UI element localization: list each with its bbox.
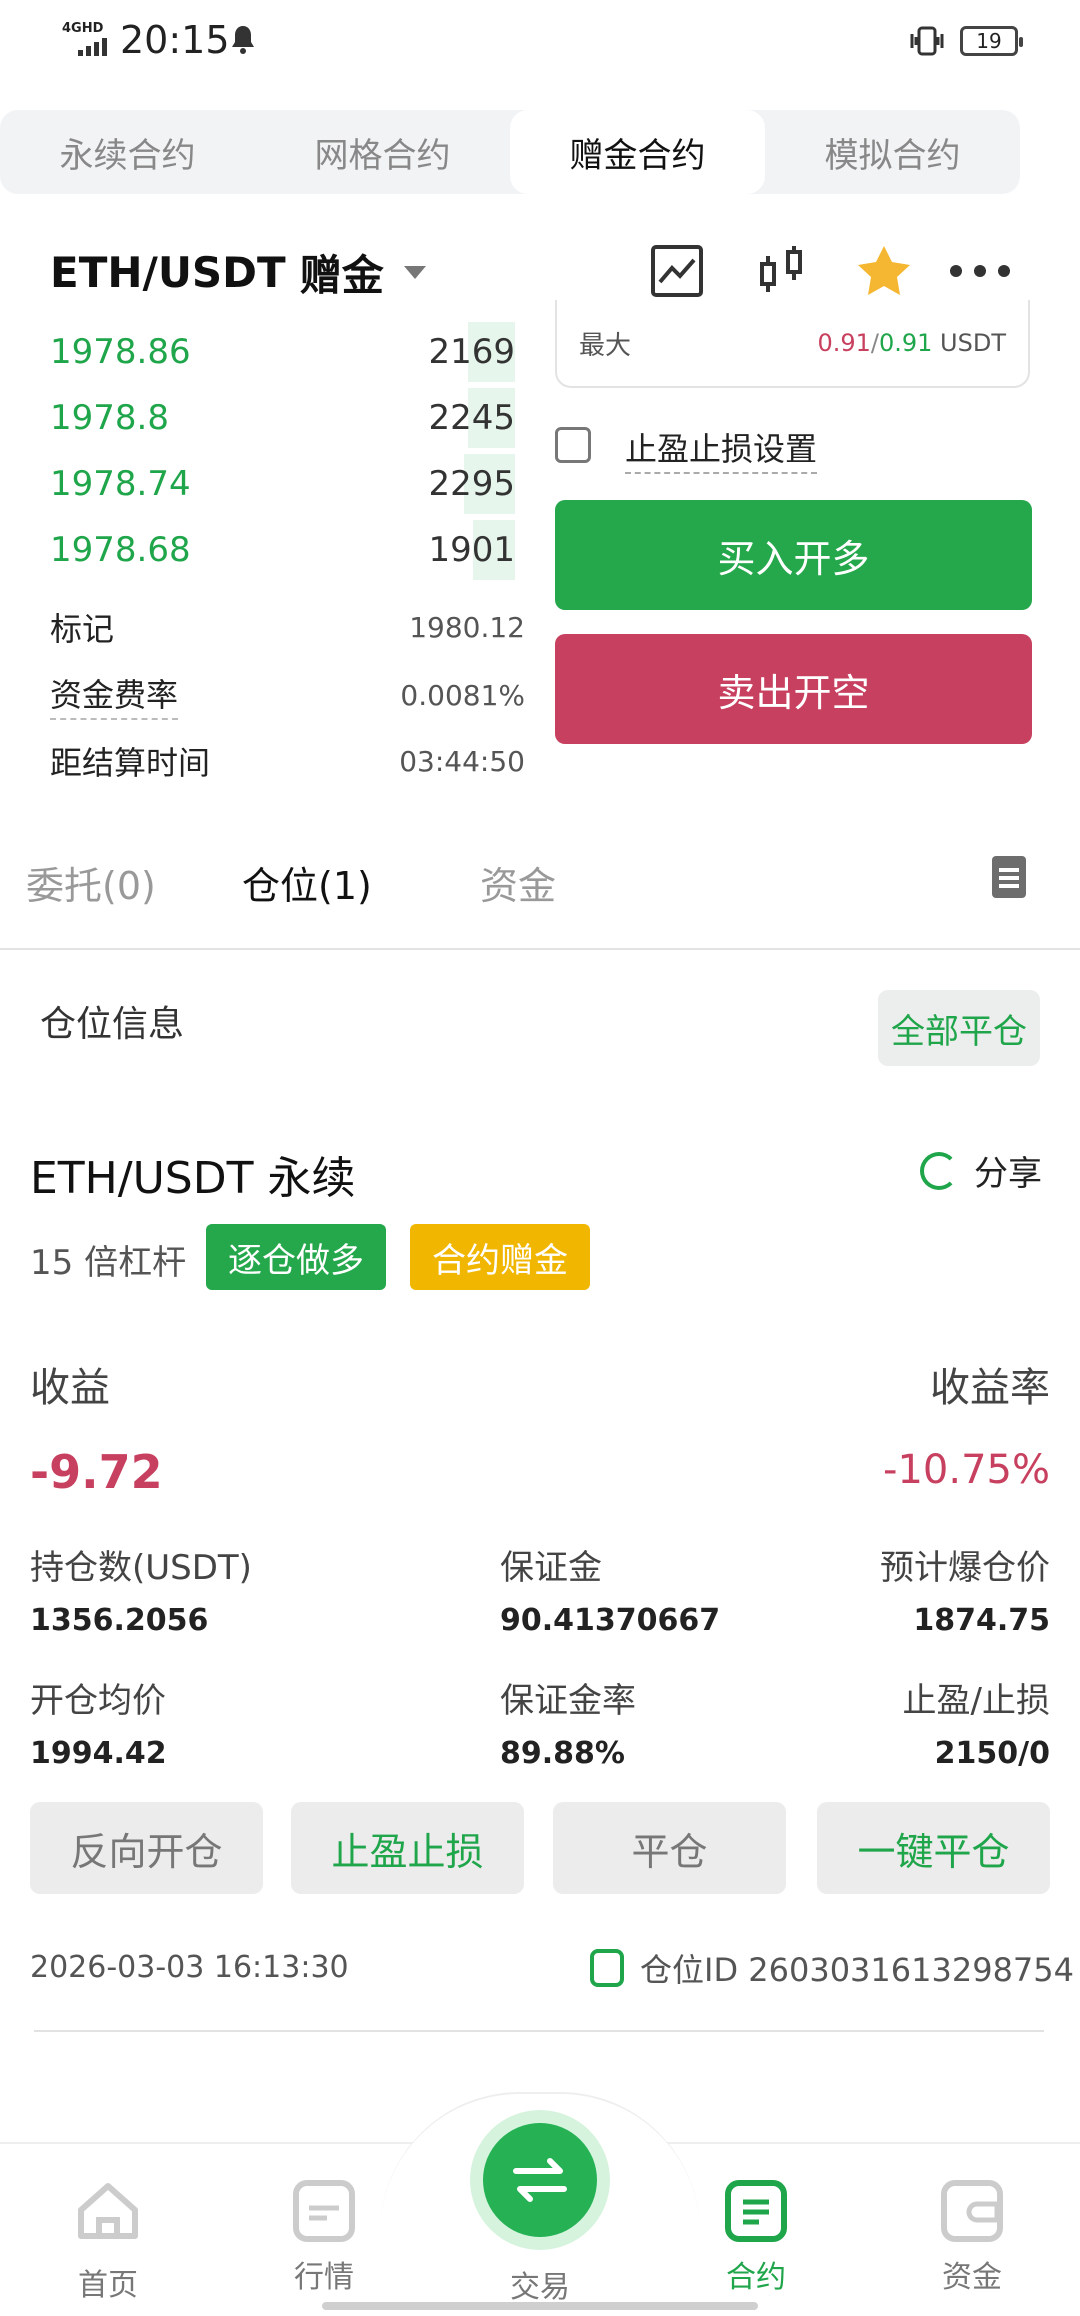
settle-value: 03:44:50 (399, 744, 525, 778)
divider (0, 948, 1080, 950)
buy-long-button[interactable]: 买入开多 (555, 500, 1032, 610)
sell-short-button[interactable]: 卖出开空 (555, 634, 1032, 744)
mode-badge: 逐仓做多 (206, 1224, 386, 1290)
caret-down-icon (403, 266, 426, 279)
max-amount-box: 最大 0.91/0.91 USDT (555, 300, 1030, 388)
liq-price-value: 1874.75 (913, 1603, 1050, 1638)
tpsl-value: 2150/0 (934, 1736, 1050, 1771)
margin-label: 保证金 (500, 1548, 602, 1588)
position-time: 2026-03-03 16:13:30 (30, 1950, 349, 1985)
close-position-button[interactable]: 平仓 (553, 1802, 786, 1894)
battery-icon: 19 (960, 26, 1023, 56)
one-click-close-button[interactable]: 一键平仓 (817, 1802, 1050, 1894)
ob-amount: 2245 (428, 398, 515, 438)
orderbook-row[interactable]: 1978.74 2295 (50, 454, 515, 514)
tab-funds[interactable]: 资金 (480, 855, 556, 910)
margin-value: 90.41370667 (500, 1603, 721, 1638)
size-label: 持仓数(USDT) (30, 1548, 252, 1588)
position-id[interactable]: 仓位ID 2603031613298754 (590, 1945, 1074, 1991)
document-icon[interactable] (992, 856, 1026, 898)
star-icon[interactable] (856, 244, 910, 298)
position-name: ETH/USDT 永续 (30, 1153, 356, 1204)
market-icon (293, 2180, 355, 2242)
pnl-rate-label: 收益率 (930, 1365, 1050, 1411)
position-id-text: 仓位ID 2603031613298754 (640, 1951, 1075, 1989)
ob-price: 1978.68 (50, 530, 191, 570)
wallet-icon (941, 2180, 1003, 2242)
tab-grid[interactable]: 网格合约 (255, 110, 510, 194)
vibrate-icon (908, 26, 946, 56)
candlestick-icon[interactable] (756, 244, 810, 298)
tab-orders[interactable]: 委托(0) (26, 855, 156, 910)
network-icon: 4GHD (62, 22, 110, 58)
nav-assets[interactable]: 资金 (902, 2180, 1042, 2296)
liq-price-label: 预计爆仓价 (880, 1548, 1050, 1588)
contract-type-tabs: 永续合约 网格合约 赠金合约 模拟合约 (0, 110, 1020, 194)
share-icon (920, 1151, 958, 1190)
contract-icon (725, 2180, 787, 2242)
nav-market[interactable]: 行情 (254, 2180, 394, 2296)
position-section-title: 仓位信息 (40, 1004, 185, 1045)
ob-amount: 2295 (428, 464, 515, 504)
tab-positions[interactable]: 仓位(1) (242, 855, 372, 910)
nav-trade-label[interactable]: 交易 (470, 2262, 610, 2306)
orderbook-row[interactable]: 1978.86 2169 (50, 322, 515, 382)
mark-price-row: 标记 1980.12 (50, 604, 525, 650)
reverse-position-button[interactable]: 反向开仓 (30, 1802, 263, 1894)
tpsl-checkbox[interactable] (555, 427, 591, 463)
funding-label[interactable]: 资金费率 (50, 670, 179, 720)
home-indicator (322, 2302, 758, 2310)
share-button[interactable]: 分享 (920, 1146, 1042, 1195)
bonus-badge: 合约赠金 (410, 1224, 590, 1290)
pair-name: ETH/USDT (50, 248, 286, 297)
entry-price-label: 开仓均价 (30, 1681, 166, 1721)
max-values: 0.91/0.91 USDT (817, 329, 1006, 357)
pnl-label: 收益 (30, 1365, 110, 1411)
divider (34, 2030, 1044, 2032)
tab-perpetual[interactable]: 永续合约 (0, 110, 255, 194)
funding-rate-row[interactable]: 资金费率 0.0081% (50, 670, 525, 720)
swap-icon (483, 2123, 597, 2237)
tab-demo[interactable]: 模拟合约 (765, 110, 1020, 194)
nav-contract[interactable]: 合约 (686, 2180, 826, 2296)
close-all-button[interactable]: 全部平仓 (878, 990, 1040, 1066)
pair-selector[interactable]: ETH/USDT 赠金 (50, 242, 426, 303)
line-chart-icon[interactable] (650, 244, 704, 298)
pnl-value: -9.72 (30, 1445, 163, 1499)
notification-icon (230, 24, 256, 54)
tpsl-button[interactable]: 止盈止损 (291, 1802, 524, 1894)
status-time: 20:15 (120, 18, 230, 62)
copy-icon[interactable] (590, 1949, 624, 1987)
settlement-row: 距结算时间 03:44:50 (50, 738, 525, 784)
ob-amount: 2169 (428, 332, 515, 372)
ob-price: 1978.8 (50, 398, 169, 438)
max-label: 最大 (579, 330, 632, 361)
more-icon[interactable] (948, 244, 1010, 298)
share-label: 分享 (974, 1154, 1042, 1194)
tab-bonus[interactable]: 赠金合约 (510, 110, 765, 194)
pnl-rate-value: -10.75% (883, 1447, 1050, 1493)
orderbook-row[interactable]: 1978.8 2245 (50, 388, 515, 448)
nav-trade-button[interactable] (470, 2110, 610, 2250)
tpsl-settings-label[interactable]: 止盈止损设置 (625, 424, 818, 474)
entry-price-value: 1994.42 (30, 1736, 167, 1771)
nav-home[interactable]: 首页 (38, 2180, 178, 2304)
leverage-label: 15 倍杠杆 (30, 1243, 187, 1283)
orderbook-row[interactable]: 1978.68 1901 (50, 520, 515, 580)
pair-tag: 赠金 (299, 251, 384, 300)
funding-value: 0.0081% (400, 678, 525, 712)
mark-value: 1980.12 (409, 610, 525, 644)
mark-label: 标记 (50, 610, 115, 648)
settle-label: 距结算时间 (50, 744, 211, 782)
home-icon (75, 2180, 141, 2250)
ob-price: 1978.74 (50, 464, 191, 504)
size-value: 1356.2056 (30, 1603, 209, 1638)
margin-rate-value: 89.88% (500, 1736, 625, 1771)
margin-rate-label: 保证金率 (500, 1681, 636, 1721)
tpsl-label: 止盈/止损 (902, 1681, 1050, 1721)
ob-price: 1978.86 (50, 332, 191, 372)
ob-amount: 1901 (428, 530, 515, 570)
